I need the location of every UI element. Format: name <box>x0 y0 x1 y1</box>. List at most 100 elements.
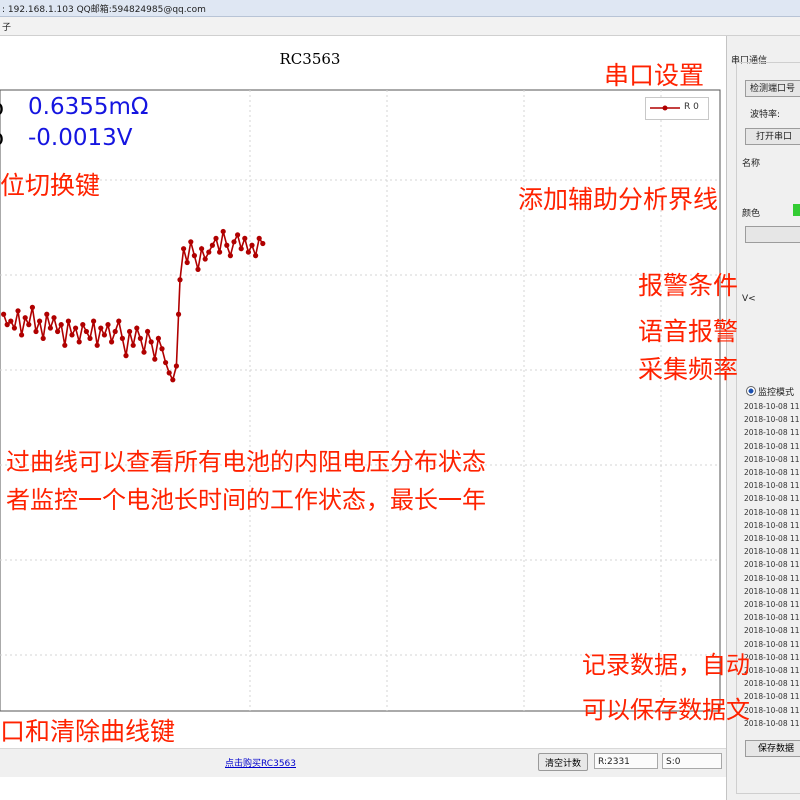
data-point <box>76 339 82 345</box>
data-point <box>170 377 176 383</box>
add-line-button[interactable] <box>745 226 800 243</box>
data-point <box>127 328 133 335</box>
baud-label: 波特率: <box>750 110 781 120</box>
log-row[interactable]: 2018-10-08 11: <box>744 426 800 439</box>
log-row[interactable]: 2018-10-08 11: <box>744 651 800 664</box>
chart-title: RC3563 <box>279 50 341 68</box>
color-label: 颜色 <box>742 209 761 219</box>
log-row[interactable]: 2018-10-08 11: <box>744 400 800 413</box>
data-point <box>19 332 25 338</box>
log-row[interactable]: 2018-10-08 11: <box>744 413 800 426</box>
data-point <box>253 253 259 259</box>
data-point <box>87 335 93 341</box>
data-point <box>69 332 75 338</box>
color-swatch[interactable] <box>793 204 800 216</box>
data-point <box>8 318 14 324</box>
data-point <box>101 332 107 338</box>
data-point <box>105 322 111 328</box>
s-count-field: S:0 <box>662 753 722 769</box>
log-row[interactable]: 2018-10-08 11: <box>744 572 800 585</box>
log-row[interactable]: 2018-10-08 11: <box>744 558 800 571</box>
log-row[interactable]: 2018-10-08 11: <box>744 717 800 730</box>
annotation-unit-switch: 位切换键 <box>0 171 101 200</box>
log-row[interactable]: 2018-10-08 11: <box>744 532 800 545</box>
data-point <box>224 242 230 248</box>
log-row[interactable]: 2018-10-08 11: <box>744 466 800 479</box>
annotation-voice-alarm: 语音报警 <box>638 317 739 346</box>
monitor-mode-label: 监控模式 <box>758 388 795 398</box>
readout-mark-1: b <box>0 96 4 121</box>
name-label: 名称 <box>742 159 761 169</box>
data-point <box>141 349 147 355</box>
data-point <box>260 240 266 247</box>
data-point <box>213 235 219 241</box>
log-row[interactable]: 2018-10-08 11: <box>744 638 800 651</box>
data-point <box>152 356 158 362</box>
log-row[interactable]: 2018-10-08 11: <box>744 479 800 492</box>
log-row[interactable]: 2018-10-08 11: <box>744 677 800 690</box>
data-point <box>188 239 194 245</box>
log-row[interactable]: 2018-10-08 11: <box>744 624 800 637</box>
buy-link[interactable]: 点击购买RC3563 <box>225 756 296 769</box>
window-title: : 192.168.1.103 QQ邮箱:594824985@qq.com <box>2 5 206 15</box>
open-port-button[interactable]: 打开串口 <box>745 128 800 145</box>
clear-count-button[interactable]: 清空计数 <box>538 753 588 771</box>
data-point <box>47 325 54 331</box>
data-point <box>73 325 79 331</box>
data-point <box>134 325 140 331</box>
data-point <box>217 249 223 255</box>
data-point <box>116 318 122 324</box>
data-point <box>26 322 32 328</box>
log-row[interactable]: 2018-10-08 11: <box>744 440 800 453</box>
log-row[interactable]: 2018-10-08 11: <box>744 492 800 505</box>
annotation-clear-keys: 口和清除曲线键 <box>0 717 176 746</box>
readout-mark-2: b <box>0 126 4 151</box>
log-row[interactable]: 2018-10-08 11: <box>744 545 800 558</box>
data-point <box>83 328 89 335</box>
data-point <box>238 246 244 252</box>
data-point <box>11 325 17 331</box>
chart-legend: R 0 <box>645 97 709 120</box>
plot-area[interactable]: 6008001000 Times <box>0 72 722 712</box>
data-point <box>195 266 201 272</box>
log-row[interactable]: 2018-10-08 11: <box>744 611 800 624</box>
log-list[interactable]: 2018-10-08 11: 2018-10-08 11: 2018-10-08 1… <box>744 400 800 730</box>
annotation-record-2: 可以保存数据文 <box>582 696 750 724</box>
data-point <box>155 335 161 341</box>
menu-item[interactable]: 子 <box>2 20 11 33</box>
data-point <box>137 335 143 341</box>
menu-bar: 子 <box>0 17 800 36</box>
data-point <box>98 325 104 331</box>
data-point <box>58 322 64 328</box>
log-row[interactable]: 2018-10-08 11: <box>744 690 800 703</box>
data-point <box>202 256 208 262</box>
data-point <box>145 328 151 335</box>
data-point <box>220 228 226 235</box>
data-point <box>175 311 182 317</box>
data-point <box>112 328 118 335</box>
data-point <box>55 328 61 335</box>
data-point <box>235 232 241 238</box>
log-row[interactable]: 2018-10-08 11: <box>744 598 800 611</box>
data-point <box>184 259 190 266</box>
data-point <box>15 308 21 314</box>
data-point <box>231 239 237 245</box>
annotation-record-1: 记录数据，自动 <box>582 651 750 679</box>
save-data-button[interactable]: 保存数据 <box>745 740 800 757</box>
data-point <box>209 242 215 248</box>
legend-line-swatch <box>650 105 680 111</box>
detect-port-button[interactable]: 检测端口号 <box>745 80 800 97</box>
annotation-alarm-condition: 报警条件 <box>638 271 739 300</box>
log-row[interactable]: 2018-10-08 11: <box>744 506 800 519</box>
data-point <box>65 318 71 324</box>
data-point <box>80 322 86 328</box>
log-row[interactable]: 2018-10-08 11: <box>744 664 800 677</box>
data-point <box>173 363 179 369</box>
log-row[interactable]: 2018-10-08 11: <box>744 453 800 466</box>
log-row[interactable]: 2018-10-08 11: <box>744 704 800 717</box>
log-row[interactable]: 2018-10-08 11: <box>744 585 800 598</box>
data-point <box>181 246 187 252</box>
log-row[interactable]: 2018-10-08 11: <box>744 519 800 532</box>
v-threshold-label: V< <box>742 294 756 304</box>
monitor-mode-radio[interactable] <box>746 386 756 396</box>
